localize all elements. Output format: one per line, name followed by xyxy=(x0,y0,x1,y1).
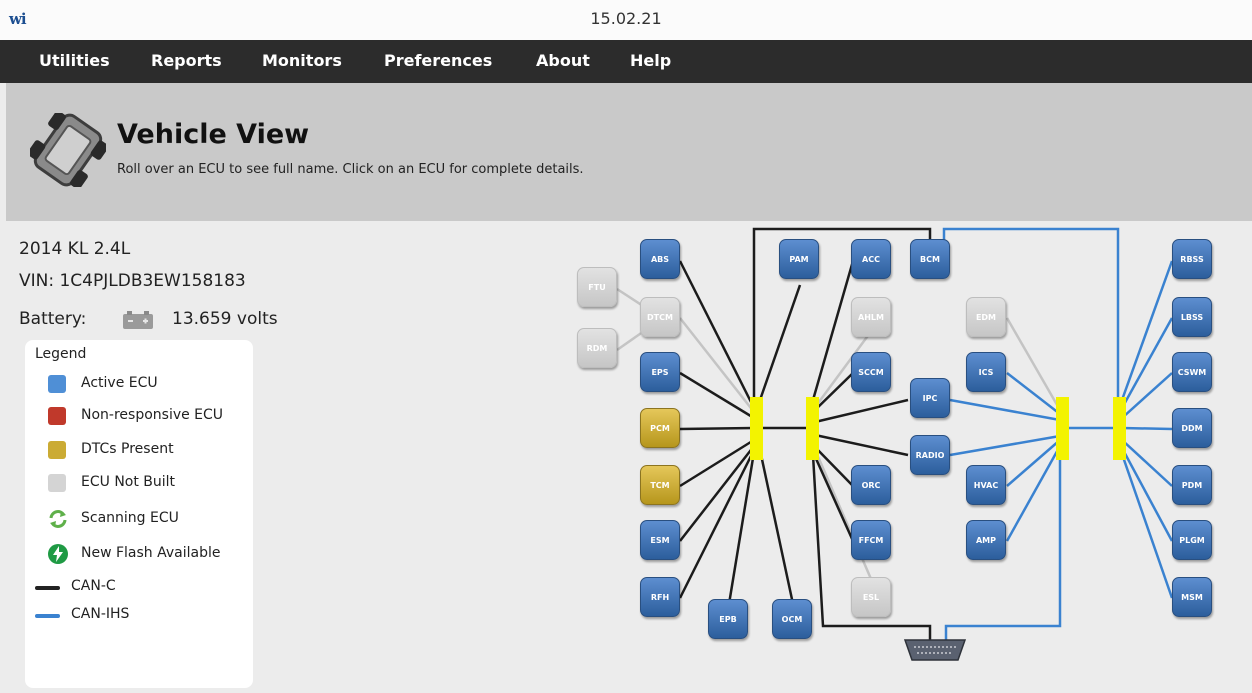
can-ihs-junction xyxy=(1056,397,1069,460)
ecu-ddm[interactable]: DDM xyxy=(1172,408,1212,448)
ecu-rdm[interactable]: RDM xyxy=(577,328,617,368)
ecu-bcm[interactable]: BCM xyxy=(910,239,950,279)
ecu-plgm[interactable]: PLGM xyxy=(1172,520,1212,560)
ecu-ocm[interactable]: OCM xyxy=(772,599,812,639)
ecu-sccm[interactable]: SCCM xyxy=(851,352,891,392)
ecu-rfh[interactable]: RFH xyxy=(640,577,680,617)
ecu-cswm[interactable]: CSWM xyxy=(1172,352,1212,392)
can-c-junction xyxy=(750,397,763,460)
ecu-tcm[interactable]: TCM xyxy=(640,465,680,505)
ecu-dtcm[interactable]: DTCM xyxy=(640,297,680,337)
ecu-pdm[interactable]: PDM xyxy=(1172,465,1212,505)
ecu-abs[interactable]: ABS xyxy=(640,239,680,279)
ecu-rbss[interactable]: RBSS xyxy=(1172,239,1212,279)
ecu-orc[interactable]: ORC xyxy=(851,465,891,505)
ecu-acc[interactable]: ACC xyxy=(851,239,891,279)
can-c-junction xyxy=(806,397,819,460)
ecu-hvac[interactable]: HVAC xyxy=(966,465,1006,505)
network-diagram xyxy=(616,227,1174,661)
ecu-radio[interactable]: RADIO xyxy=(910,435,950,475)
ecu-edm[interactable]: EDM xyxy=(966,297,1006,337)
dlc-connector-icon[interactable] xyxy=(903,639,967,661)
ecu-ics[interactable]: ICS xyxy=(966,352,1006,392)
can-c-wires xyxy=(678,227,932,640)
ecu-ftu[interactable]: FTU xyxy=(577,267,617,307)
ecu-pam[interactable]: PAM xyxy=(779,239,819,279)
ecu-ipc[interactable]: IPC xyxy=(910,378,950,418)
ecu-msm[interactable]: MSM xyxy=(1172,577,1212,617)
ecu-epb[interactable]: EPB xyxy=(708,599,748,639)
ecu-pcm[interactable]: PCM xyxy=(640,408,680,448)
can-ihs-junction xyxy=(1113,397,1126,460)
ecu-eps[interactable]: EPS xyxy=(640,352,680,392)
ecu-ahlm[interactable]: AHLM xyxy=(851,297,891,337)
ecu-esm[interactable]: ESM xyxy=(640,520,680,560)
ecu-ffcm[interactable]: FFCM xyxy=(851,520,891,560)
ecu-esl[interactable]: ESL xyxy=(851,577,891,617)
ecu-lbss[interactable]: LBSS xyxy=(1172,297,1212,337)
ecu-amp[interactable]: AMP xyxy=(966,520,1006,560)
